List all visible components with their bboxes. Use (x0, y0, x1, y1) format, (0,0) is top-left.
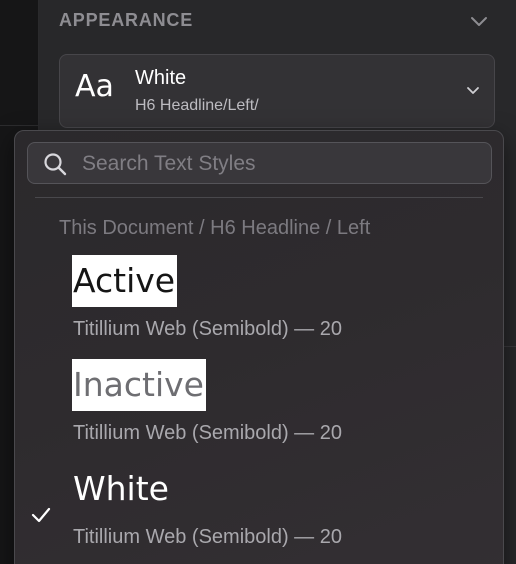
style-group-label: This Document / H6 Headline / Left (59, 217, 371, 239)
style-meta: Titillium Web (Semibold) — 20 (73, 422, 342, 444)
divider (0, 125, 38, 126)
appearance-section-header[interactable]: APPEARANCE (59, 10, 492, 36)
style-preview: Active (72, 255, 178, 307)
style-preview: Inactive (72, 359, 206, 411)
style-meta: Titillium Web (Semibold) — 20 (73, 526, 342, 548)
text-styles-popover: This Document / H6 Headline / Left Activ… (14, 130, 504, 564)
selected-style-path: H6 Headline/Left/ (135, 97, 259, 114)
search-field[interactable] (27, 142, 492, 184)
chevron-down-icon (467, 87, 479, 94)
text-style-glyph-icon: Aa (75, 69, 114, 104)
divider (35, 197, 483, 198)
selected-style-name: White (135, 67, 187, 89)
search-icon (44, 153, 67, 176)
style-item-active[interactable]: Active Titillium Web (Semibold) — 20 (15, 255, 503, 351)
checkmark-icon (31, 507, 51, 523)
text-style-select[interactable]: Aa White H6 Headline/Left/ (59, 54, 495, 128)
inspector-window: APPEARANCE Aa White H6 Headline/Left/ Th… (0, 0, 516, 564)
section-title: APPEARANCE (59, 10, 194, 30)
chevron-down-icon[interactable] (470, 12, 488, 30)
search-input[interactable] (80, 147, 484, 181)
style-item-white[interactable]: White Titillium Web (Semibold) — 20 (15, 463, 503, 559)
style-preview: White (73, 469, 169, 508)
style-item-inactive[interactable]: Inactive Titillium Web (Semibold) — 20 (15, 359, 503, 455)
divider (504, 346, 516, 347)
style-meta: Titillium Web (Semibold) — 20 (73, 318, 342, 340)
